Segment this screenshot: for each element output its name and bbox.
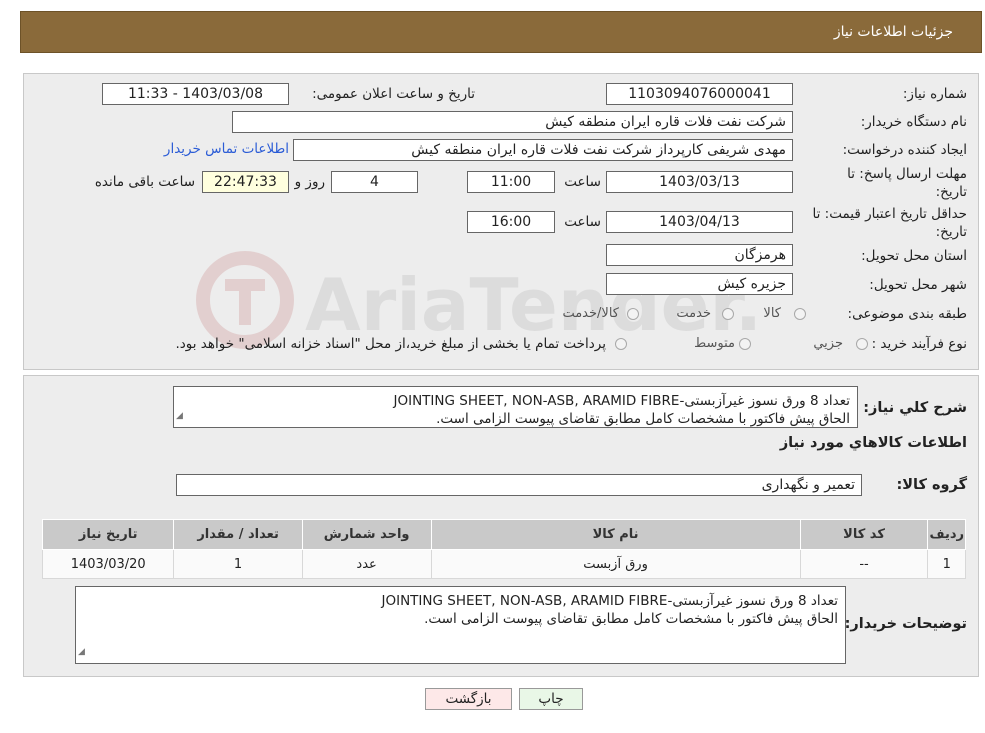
resize-grip-icon[interactable]: ◢ [176, 407, 183, 425]
creator-label: ایجاد کننده درخواست: [842, 142, 967, 158]
announce-field[interactable]: 1403/03/08 - 11:33 [102, 83, 289, 105]
cell-row-number: 1 [927, 549, 966, 579]
category-radio-goods-service[interactable] [627, 308, 639, 320]
need-number-label: شماره نیاز: [902, 86, 967, 102]
summary-line-1: تعداد 8 ورق نسوز غیرآزبستی-JOINTING SHEE… [393, 393, 850, 409]
process-label: نوع فرآیند خرید : [871, 336, 967, 352]
category-option-service: خدمت [676, 306, 711, 321]
process-option-medium: متوسط [694, 336, 735, 351]
category-radio-goods[interactable] [794, 308, 806, 320]
city-label: شهر محل تحویل: [869, 277, 967, 293]
buyer-notes-line-1: تعداد 8 ورق نسوز غیرآزبستی-JOINTING SHEE… [381, 593, 838, 609]
back-button[interactable]: بازگشت [425, 688, 512, 710]
goods-group-field[interactable]: تعمیر و نگهداری [176, 474, 862, 496]
province-label: استان محل تحویل: [861, 248, 967, 264]
table-row[interactable]: 1 -- ورق آزبست عدد 1 1403/03/20 [41, 549, 966, 579]
col-row-number: رديف [927, 519, 966, 550]
cell-item-name: ورق آزبست [430, 549, 801, 579]
announce-label: تاریخ و ساعت اعلان عمومی: [312, 86, 475, 102]
category-option-goods: کالا [763, 306, 781, 321]
goods-table: رديف کد کالا نام کالا واحد شمارش تعداد /… [41, 519, 966, 579]
goods-section-title: اطلاعات کالاهاي مورد نياز [779, 435, 967, 451]
cell-quantity: 1 [173, 549, 303, 579]
deadline-label: مهلت ارسال پاسخ: تا [847, 166, 967, 182]
category-option-goods-service: کالا/خدمت [562, 306, 619, 321]
validity-label-date: تاریخ: [935, 224, 967, 240]
deadline-label-date: تاریخ: [935, 184, 967, 200]
page-title: جزئیات اطلاعات نیاز [833, 24, 953, 40]
validity-label: حداقل تاریخ اعتبار قیمت: تا [812, 206, 967, 222]
days-field[interactable]: 4 [331, 171, 418, 193]
process-radio-treasury[interactable] [615, 338, 627, 350]
validity-date-field[interactable]: 1403/04/13 [606, 211, 793, 233]
need-number-field[interactable]: 1103094076000041 [606, 83, 793, 105]
validity-hour-label: ساعت [564, 214, 601, 230]
buyer-notes-textarea[interactable]: تعداد 8 ورق نسوز غیرآزبستی-JOINTING SHEE… [75, 586, 846, 664]
deadline-time-field[interactable]: 11:00 [467, 171, 555, 193]
summary-label: شرح کلي نياز: [863, 400, 967, 416]
col-item-code: کد کالا [799, 519, 929, 550]
page-header: جزئیات اطلاعات نیاز [20, 11, 982, 53]
deadline-hour-label: ساعت [564, 174, 601, 190]
category-label: طبقه بندی موضوعی: [847, 306, 967, 322]
remaining-label: ساعت باقی مانده [94, 174, 195, 190]
table-header-row: رديف کد کالا نام کالا واحد شمارش تعداد /… [41, 519, 966, 550]
process-radio-minor[interactable] [856, 338, 868, 350]
col-quantity: تعداد / مقدار [173, 519, 303, 550]
process-note: پرداخت تمام یا بخشی از مبلغ خرید،از محل … [175, 336, 606, 352]
buyer-notes-line-2: الحاق پیش فاکتور با مشخصات کامل مطابق تق… [424, 611, 838, 627]
buyer-contact-link[interactable]: اطلاعات تماس خریدار [164, 141, 289, 157]
goods-group-label: گروه کالا: [896, 477, 967, 493]
validity-time-field[interactable]: 16:00 [467, 211, 555, 233]
province-field[interactable]: هرمزگان [606, 244, 793, 266]
col-need-date: تاريخ نياز [41, 519, 175, 550]
category-radio-service[interactable] [722, 308, 734, 320]
process-radio-medium[interactable] [739, 338, 751, 350]
cell-unit: عدد [301, 549, 432, 579]
col-item-name: نام کالا [430, 519, 801, 550]
resize-grip-icon[interactable]: ◢ [78, 643, 85, 661]
print-button[interactable]: چاپ [519, 688, 583, 710]
cell-need-date: 1403/03/20 [41, 549, 175, 579]
buyer-label: نام دستگاه خریدار: [860, 114, 967, 130]
cell-item-code: -- [799, 549, 929, 579]
deadline-date-field[interactable]: 1403/03/13 [606, 171, 793, 193]
col-unit: واحد شمارش [301, 519, 432, 550]
creator-field[interactable]: مهدی شریفی کارپرداز شرکت نفت فلات قاره ا… [293, 139, 793, 161]
remaining-time-field[interactable]: 22:47:33 [202, 171, 289, 193]
city-field[interactable]: جزیره کیش [606, 273, 793, 295]
summary-textarea[interactable]: تعداد 8 ورق نسوز غیرآزبستی-JOINTING SHEE… [173, 386, 858, 428]
days-label: روز و [294, 174, 325, 190]
summary-line-2: الحاق پیش فاکتور با مشخصات کامل مطابق تق… [436, 411, 850, 427]
process-option-minor: جزیي [813, 336, 843, 351]
buyer-notes-label: توضیحات خریدار: [844, 616, 967, 632]
buyer-field[interactable]: شرکت نفت فلات قاره ایران منطقه کیش [232, 111, 793, 133]
